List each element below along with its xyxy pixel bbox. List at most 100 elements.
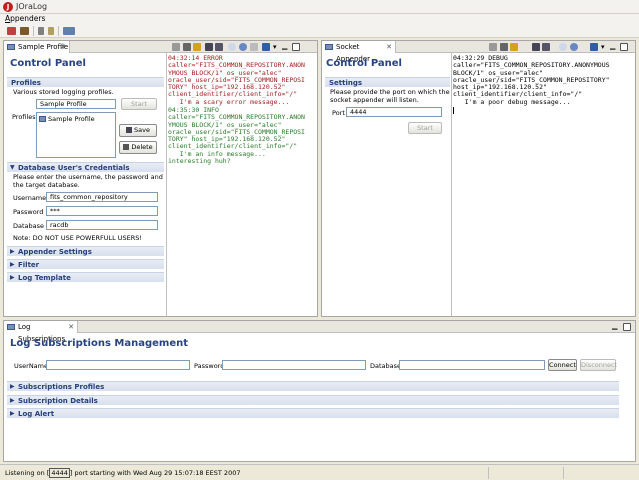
- section-label: Filter: [18, 261, 40, 269]
- stop-icon[interactable]: [570, 43, 578, 51]
- minimize-icon[interactable]: ▁: [610, 43, 618, 51]
- app-icon: J: [3, 2, 13, 12]
- tab-log-subscriptions[interactable]: Log Subscriptions ✕: [4, 321, 78, 343]
- log-template-section[interactable]: ▶ Log Template: [7, 272, 164, 282]
- start-socket-button[interactable]: Start: [408, 122, 442, 134]
- password-input[interactable]: ***: [46, 206, 158, 216]
- window-title: JOraLog: [16, 2, 48, 11]
- print-icon[interactable]: [183, 43, 191, 51]
- sub-password-input[interactable]: [222, 360, 366, 370]
- maximize-icon[interactable]: [623, 323, 631, 331]
- save-as-icon[interactable]: [542, 43, 550, 51]
- lock-icon[interactable]: [510, 43, 518, 51]
- lock-icon[interactable]: [193, 43, 201, 51]
- username-label: Username: [13, 194, 47, 202]
- status-divider: [563, 467, 564, 479]
- print-icon[interactable]: [500, 43, 508, 51]
- delete-button-icon: [123, 144, 130, 150]
- new-profile-icon[interactable]: [7, 27, 16, 35]
- status-suffix: ] port starting with Wed Aug 29 15:07:18…: [69, 469, 241, 477]
- list-item-label: Sample Profile: [48, 115, 95, 123]
- save-icon[interactable]: [205, 43, 213, 51]
- pane-divider[interactable]: [451, 53, 452, 316]
- close-icon[interactable]: ✕: [60, 41, 66, 53]
- open-profile-icon[interactable]: [20, 27, 29, 35]
- edit-icon[interactable]: [172, 43, 180, 51]
- chevron-right-icon: ▶: [10, 410, 15, 417]
- play-icon[interactable]: [228, 43, 236, 51]
- control-panel-title: Control Panel: [326, 58, 402, 69]
- delete-button-label: Delete: [131, 143, 153, 151]
- settings-icon[interactable]: [48, 27, 54, 35]
- subscriptions-profiles-section[interactable]: ▶ Subscriptions Profiles: [7, 381, 619, 391]
- minimize-icon[interactable]: ▁: [282, 43, 290, 51]
- chevron-right-icon: ▶: [10, 248, 15, 255]
- subscription-details-section[interactable]: ▶ Subscription Details: [7, 395, 619, 405]
- maximize-icon[interactable]: [620, 43, 628, 51]
- port-input[interactable]: 4444: [346, 107, 442, 117]
- start-profile-button[interactable]: Start: [121, 98, 157, 110]
- clear-icon[interactable]: [250, 43, 258, 51]
- maximize-icon[interactable]: [292, 43, 300, 51]
- save-icon[interactable]: [532, 43, 540, 51]
- password-label: Password: [13, 208, 44, 216]
- db-credentials-section[interactable]: ▼ Database User's Credentials: [7, 162, 164, 172]
- log-entry-debug: 04:32:29 DEBUG caller="FITS_COMMON_REPOS…: [453, 54, 610, 106]
- section-label: Subscription Details: [18, 397, 98, 405]
- section-label: Log Template: [18, 274, 71, 282]
- sub-username-label: UserName: [14, 362, 48, 370]
- save-button-label: Save: [134, 126, 150, 134]
- connect-button[interactable]: Connect: [548, 359, 577, 371]
- pane-menu-icon[interactable]: [262, 43, 270, 51]
- status-prefix: Listening on [: [5, 469, 50, 477]
- username-input[interactable]: fits_common_repository: [46, 192, 158, 202]
- appender-settings-section[interactable]: ▶ Appender Settings: [7, 246, 164, 256]
- delete-profile-button[interactable]: Delete: [119, 141, 157, 154]
- tab-sample-profile[interactable]: Sample Profile ✕: [4, 41, 70, 53]
- sub-username-input[interactable]: [46, 360, 190, 370]
- stop-icon[interactable]: [239, 43, 247, 51]
- close-icon[interactable]: ✕: [386, 41, 392, 53]
- title-bar: J JOraLog: [0, 0, 639, 14]
- save-as-icon[interactable]: [215, 43, 223, 51]
- menu-appenders[interactable]: Appenders: [5, 14, 45, 23]
- profiles-description: Various stored logging profiles.: [13, 88, 114, 96]
- status-port: 4444: [49, 468, 70, 478]
- profiles-section[interactable]: Profiles: [7, 77, 164, 87]
- pane-menu-icon[interactable]: [590, 43, 598, 51]
- window-icon[interactable]: [63, 27, 75, 35]
- database-input[interactable]: racdb: [46, 220, 158, 230]
- chevron-down-icon: ▼: [10, 164, 15, 171]
- sample-profile-pane: Sample Profile ✕ ▾ ▁ Control Panel Profi…: [3, 40, 318, 317]
- socket-tab-icon: [325, 44, 333, 50]
- play-icon[interactable]: [559, 43, 567, 51]
- save-profile-button[interactable]: Save: [119, 124, 157, 137]
- warning-note: Note: DO NOT USE POWERFULL USERS!: [13, 234, 143, 242]
- list-item[interactable]: Sample Profile: [39, 115, 95, 123]
- disconnect-button[interactable]: Disconnect: [580, 359, 617, 371]
- settings-section[interactable]: Settings: [325, 77, 450, 87]
- tab-socket-appender[interactable]: Socket Appender ✕: [322, 41, 396, 63]
- log-alert-section[interactable]: ▶ Log Alert: [7, 408, 619, 418]
- status-divider: [488, 467, 489, 479]
- text-cursor: [453, 107, 454, 114]
- settings-header: Settings: [329, 79, 363, 87]
- chevron-right-icon: ▶: [10, 261, 15, 268]
- filter-section[interactable]: ▶ Filter: [7, 259, 164, 269]
- close-icon[interactable]: ✕: [68, 321, 74, 333]
- tools-icon[interactable]: [38, 27, 44, 35]
- minimize-icon[interactable]: ▁: [612, 323, 620, 331]
- chevron-right-icon: ▶: [10, 274, 15, 281]
- section-label: Appender Settings: [18, 248, 92, 256]
- sub-database-input[interactable]: [399, 360, 545, 370]
- profiles-list[interactable]: Sample Profile: [36, 112, 116, 158]
- edit-icon[interactable]: [489, 43, 497, 51]
- socket-appender-pane: Socket Appender ✕ ▾ ▁ Control Panel Sett…: [321, 40, 636, 317]
- bottom-tabstrip: Log Subscriptions ✕ ▁: [4, 321, 635, 343]
- chevron-down-icon[interactable]: ▾: [273, 43, 281, 51]
- log-entry-error: 04:32:14 ERROR caller="FITS_COMMON_REPOS…: [168, 54, 305, 106]
- menu-bar: Appenders: [0, 14, 639, 24]
- chevron-down-icon[interactable]: ▾: [601, 43, 609, 51]
- pane-divider[interactable]: [166, 53, 167, 316]
- profile-name-input[interactable]: Sample Profile: [36, 99, 116, 109]
